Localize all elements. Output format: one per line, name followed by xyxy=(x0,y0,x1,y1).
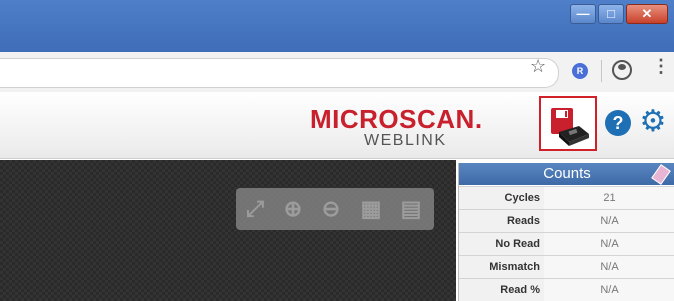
toolbar-divider xyxy=(601,60,602,82)
logo-main-text: MICROSCAN. xyxy=(310,104,483,134)
save-to-reader-button[interactable] xyxy=(539,96,597,151)
bookmark-star-icon[interactable]: ☆ xyxy=(530,56,546,77)
close-button[interactable]: ✕ xyxy=(626,4,668,24)
count-value: 21 xyxy=(544,187,674,209)
count-label: Read % xyxy=(459,279,544,301)
window-titlebar: — □ ✕ xyxy=(0,0,674,52)
microscan-logo: MICROSCAN. WEBLINK xyxy=(310,104,500,150)
count-label: No Read xyxy=(459,233,544,255)
counts-header: Counts xyxy=(459,163,674,185)
settings-gear-icon[interactable]: ⚙ xyxy=(638,104,668,140)
maximize-button[interactable]: □ xyxy=(598,4,624,24)
grid-icon[interactable]: ▦ xyxy=(356,194,386,224)
save-image-icon[interactable]: ▤ xyxy=(396,194,426,224)
count-value: N/A xyxy=(544,279,674,301)
floppy-disk-icon xyxy=(551,108,589,146)
counts-title: Counts xyxy=(543,165,591,182)
address-bar[interactable] xyxy=(0,58,559,88)
viewer-toolbar: ⤢ ⊕ ⊖ ▦ ▤ xyxy=(236,188,434,230)
browser-menu-icon[interactable]: ⋮ xyxy=(652,56,670,77)
browser-toolbar: ☆ R ⋮ xyxy=(0,52,674,93)
logo-sub-text: WEBLINK xyxy=(364,132,447,149)
count-label: Mismatch xyxy=(459,256,544,278)
minimize-button[interactable]: — xyxy=(570,4,596,24)
counts-row: No Read N/A xyxy=(459,232,674,255)
counts-panel: Counts Cycles 21 Reads N/A No Read N/A M… xyxy=(458,163,674,301)
image-viewer[interactable] xyxy=(0,160,456,301)
count-value: N/A xyxy=(544,233,674,255)
count-value: N/A xyxy=(544,256,674,278)
window-controls: — □ ✕ xyxy=(568,4,668,24)
counts-row: Cycles 21 xyxy=(459,186,674,209)
profile-icon[interactable] xyxy=(612,60,632,80)
count-label: Reads xyxy=(459,210,544,232)
counts-row: Read % N/A xyxy=(459,278,674,301)
fit-to-screen-icon[interactable]: ⤢ xyxy=(240,194,270,224)
count-label: Cycles xyxy=(459,187,544,209)
zoom-in-icon[interactable]: ⊕ xyxy=(278,194,308,224)
count-value: N/A xyxy=(544,210,674,232)
eraser-icon[interactable] xyxy=(651,164,671,185)
extension-icon[interactable]: R xyxy=(572,63,588,79)
counts-row: Reads N/A xyxy=(459,209,674,232)
counts-row: Mismatch N/A xyxy=(459,255,674,278)
zoom-out-icon[interactable]: ⊖ xyxy=(316,194,346,224)
help-icon[interactable]: ? xyxy=(605,110,631,136)
